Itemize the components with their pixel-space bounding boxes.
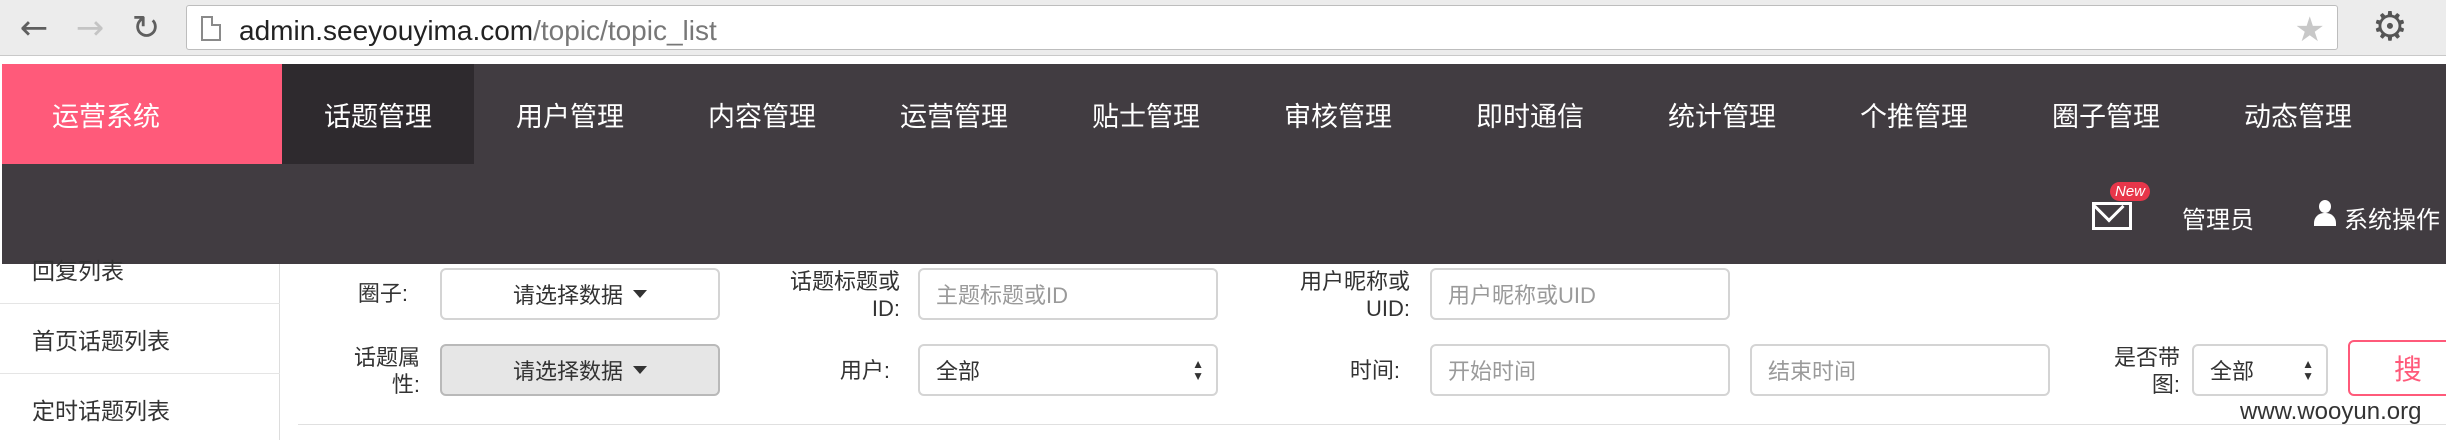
system-operations-link[interactable]: 系统操作: [2344, 200, 2440, 235]
with-image-select-value: 全部: [2210, 359, 2255, 384]
url-path: /topic/topic_list: [533, 15, 717, 46]
topic-title-label-line1: 话题标题或: [789, 269, 900, 294]
with-image-label-line2: 图:: [2151, 372, 2180, 397]
menu-item-feed-management[interactable]: 动态管理: [2202, 64, 2394, 164]
menu-item-push-management[interactable]: 个推管理: [1818, 64, 2010, 164]
topic-attr-label-line1: 话题属: [353, 345, 420, 370]
circle-label: 圈子:: [357, 281, 408, 306]
topic-attr-label-line2: 性:: [391, 372, 420, 397]
select-arrows-icon: ▲ ▼: [2302, 357, 2314, 383]
circle-dropdown[interactable]: 请选择数据: [440, 268, 720, 320]
sidebar: 回复列表 首页话题列表 定时话题列表: [0, 258, 280, 440]
topic-attr-label: 话题属 性:: [330, 344, 420, 398]
menu-item-circle-management[interactable]: 圈子管理: [2010, 64, 2202, 164]
time-label: 时间:: [1349, 358, 1400, 383]
forward-arrow-icon[interactable]: →: [68, 6, 112, 50]
sidebar-item-reply-list[interactable]: 回复列表: [0, 234, 280, 304]
bookmark-star-icon[interactable]: ★: [2295, 10, 2325, 50]
topic-attr-dropdown[interactable]: 请选择数据: [440, 344, 720, 396]
menu-item-topic-management[interactable]: 话题管理: [282, 64, 474, 164]
user-icon: [2312, 200, 2338, 228]
menu-item-statistics-management[interactable]: 统计管理: [1626, 64, 1818, 164]
circle-dropdown-value: 请选择数据: [512, 283, 623, 308]
brand-title[interactable]: 运营系统: [2, 64, 282, 164]
topic-title-input[interactable]: 主题标题或ID: [918, 268, 1218, 320]
search-button[interactable]: 搜: [2348, 340, 2446, 396]
watermark: www.wooyun.org: [2240, 398, 2422, 425]
menu-item-tips-management[interactable]: 贴士管理: [1050, 64, 1242, 164]
caret-down-icon: [633, 366, 647, 374]
reload-icon[interactable]: ↻: [124, 6, 168, 50]
with-image-label: 是否带 图:: [2090, 344, 2180, 398]
topic-title-label-line2: ID:: [871, 296, 900, 321]
top-navigation: 运营系统 话题管理 用户管理 内容管理 运营管理 贴士管理 审核管理 即时通信 …: [2, 64, 2446, 164]
start-time-input[interactable]: 开始时间: [1430, 344, 1730, 396]
back-arrow-icon[interactable]: ←: [12, 6, 56, 50]
user-label: 用户:: [839, 358, 890, 383]
user-select-value: 全部: [936, 359, 981, 384]
with-image-select[interactable]: 全部 ▲ ▼: [2192, 344, 2328, 396]
url-domain: admin.seeyouyima.com: [239, 15, 534, 46]
user-toolbar: New 管理员 系统操作: [2, 164, 2446, 264]
with-image-label-line1: 是否带: [2113, 345, 2180, 370]
address-bar[interactable]: admin.seeyouyima.com/topic/topic_list ★: [186, 5, 2338, 50]
nickname-label: 用户昵称或 UID:: [1280, 268, 1410, 322]
settings-gear-icon[interactable]: ⚙: [2372, 4, 2408, 50]
topic-title-label: 话题标题或 ID:: [770, 268, 900, 322]
user-select[interactable]: 全部 ▲ ▼: [918, 344, 1218, 396]
nickname-uid-input[interactable]: 用户昵称或UID: [1430, 268, 1730, 320]
topic-attr-dropdown-value: 请选择数据: [512, 359, 623, 384]
divider: [298, 424, 2446, 425]
sidebar-item-scheduled-topic-list[interactable]: 定时话题列表: [0, 374, 280, 440]
select-arrows-icon: ▲ ▼: [1192, 357, 1204, 383]
url-text: admin.seeyouyima.com/topic/topic_list: [239, 15, 717, 47]
menu-item-content-management[interactable]: 内容管理: [666, 64, 858, 164]
admin-link[interactable]: 管理员: [2182, 200, 2254, 235]
menu-item-user-management[interactable]: 用户管理: [474, 64, 666, 164]
caret-down-icon: [633, 290, 647, 298]
menu-item-instant-messaging[interactable]: 即时通信: [1434, 64, 1626, 164]
menu-item-review-management[interactable]: 审核管理: [1242, 64, 1434, 164]
menu-item-operations-management[interactable]: 运营管理: [858, 64, 1050, 164]
nickname-label-line1: 用户昵称或: [1299, 269, 1410, 294]
new-badge: New: [2110, 182, 2151, 201]
main-menu: 话题管理 用户管理 内容管理 运营管理 贴士管理 审核管理 即时通信 统计管理 …: [282, 64, 2394, 164]
browser-toolbar: ← → ↻ admin.seeyouyima.com/topic/topic_l…: [0, 0, 2446, 56]
page-icon: [201, 16, 221, 41]
end-time-input[interactable]: 结束时间: [1750, 344, 2050, 396]
nickname-label-line2: UID:: [1366, 296, 1410, 321]
sidebar-item-home-topic-list[interactable]: 首页话题列表: [0, 304, 280, 374]
